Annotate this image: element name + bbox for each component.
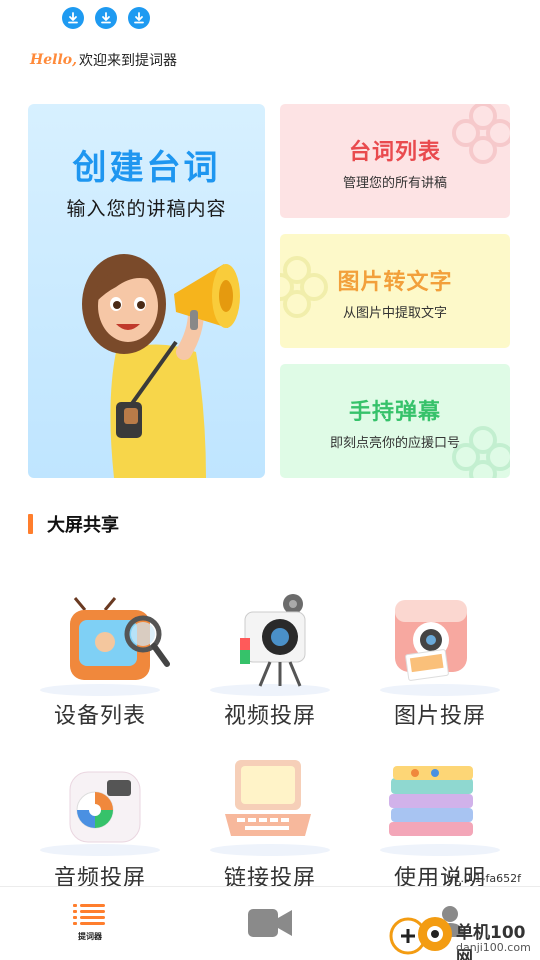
- create-script-card[interactable]: 创建台词 输入您的讲稿内容: [28, 104, 265, 478]
- handheld-barrage-subtitle: 即刻点亮你的应援口号: [329, 436, 460, 451]
- handheld-barrage-card[interactable]: 手持弹幕 即刻点亮你的应援口号: [280, 364, 510, 478]
- laptop-icon: [210, 760, 330, 856]
- video-cast-label: 视频投屏: [223, 704, 316, 729]
- status-bar: [0, 0, 540, 40]
- image-to-text-title: 图片转文字: [337, 270, 453, 295]
- video-cast-button[interactable]: 视频投屏: [185, 590, 355, 735]
- section-title: 大屏共享: [47, 515, 119, 536]
- books-icon: [380, 766, 500, 856]
- script-list-card[interactable]: 台词列表 管理您的所有讲稿: [280, 104, 510, 218]
- tab-teleprompter-label: 提词器: [78, 932, 102, 941]
- audio-cast-button[interactable]: 音频投屏: [15, 752, 185, 892]
- create-card-subtitle: 输入您的讲稿内容: [66, 198, 227, 220]
- site-logo-icon: [389, 917, 452, 955]
- script-list-title: 台词列表: [348, 140, 441, 165]
- video-icon: [248, 909, 292, 937]
- create-card-title: 创建台词: [72, 148, 221, 188]
- section-header: 大屏共享: [28, 513, 119, 536]
- handheld-barrage-title: 手持弹幕: [348, 400, 441, 425]
- device-list-button[interactable]: 设备列表: [15, 590, 185, 735]
- list-icon: [73, 904, 105, 925]
- hello-logo: Hello,: [30, 52, 77, 68]
- image-to-text-card[interactable]: 图片转文字 从图片中提取文字: [280, 234, 510, 348]
- image-to-text-subtitle: 从图片中提取文字: [342, 306, 447, 321]
- download-icon: [128, 7, 150, 29]
- tab-teleprompter[interactable]: 提词器: [60, 887, 120, 960]
- image-cast-label: 图片投屏: [393, 704, 486, 729]
- tv-search-icon: [40, 597, 170, 696]
- link-cast-button[interactable]: 链接投屏: [185, 752, 355, 892]
- tab-video[interactable]: [240, 887, 300, 960]
- download-icon: [62, 7, 84, 29]
- script-list-subtitle: 管理您的所有讲稿: [342, 176, 447, 191]
- image-cast-button[interactable]: 图片投屏: [355, 590, 525, 735]
- video-camera-icon: [210, 594, 330, 696]
- greeting: Hello, 欢迎来到提词器: [30, 50, 177, 70]
- device-list-label: 设备列表: [53, 704, 146, 729]
- instructions-button[interactable]: 使用说明: [355, 752, 525, 892]
- instant-camera-icon: [380, 600, 500, 696]
- girl-megaphone-illustration: [82, 254, 240, 478]
- download-icon: [95, 7, 117, 29]
- site-url: danji100.com: [456, 941, 531, 954]
- version-text: V1.0.1-fa652f: [446, 872, 521, 885]
- section-accent-bar: [28, 514, 33, 534]
- greeting-text: 欢迎来到提词器: [78, 53, 177, 69]
- audio-player-icon: [40, 771, 160, 856]
